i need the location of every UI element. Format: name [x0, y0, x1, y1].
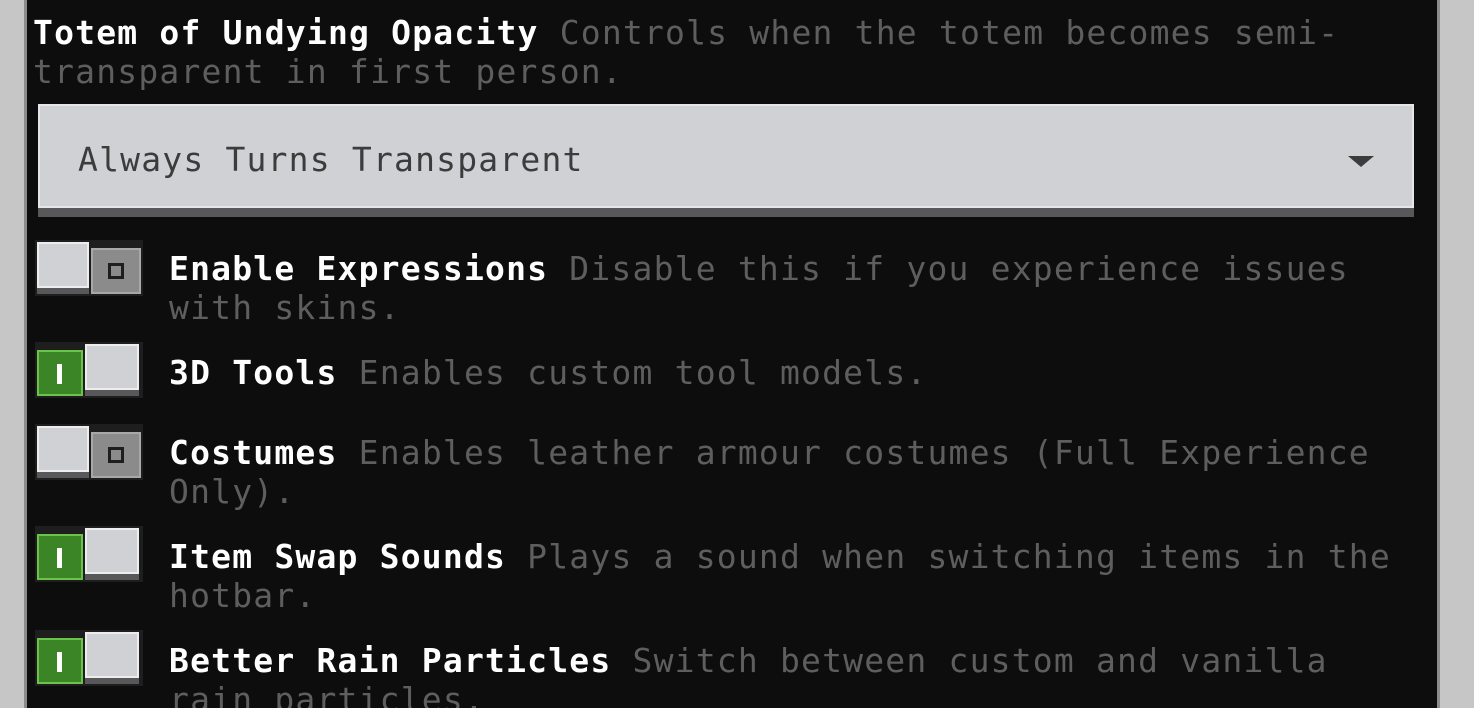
toggle-item-swap-sounds[interactable]	[35, 526, 143, 582]
toggle-on-icon	[57, 364, 62, 384]
chevron-down-icon	[1348, 156, 1374, 167]
setting-3d-tools-text: 3D Tools Enables custom tool models.	[169, 353, 1419, 392]
totem-opacity-dropdown[interactable]: Always Turns Transparent	[38, 104, 1414, 208]
setting-title: Better Rain Particles	[169, 641, 612, 680]
setting-description: Enables custom tool models.	[358, 353, 928, 392]
frame-left-border	[0, 0, 24, 708]
toggle-better-rain-particles[interactable]	[35, 630, 143, 686]
setting-title: 3D Tools	[169, 353, 338, 392]
setting-title: Costumes	[169, 433, 338, 472]
frame-right-border	[1440, 0, 1474, 708]
setting-better-rain-particles-text: Better Rain Particles Switch between cus…	[169, 641, 1419, 708]
setting-costumes-text: Costumes Enables leather armour costumes…	[169, 433, 1419, 511]
setting-enable-expressions-text: Enable Expressions Disable this if you e…	[169, 249, 1419, 327]
toggle-knob	[85, 632, 139, 678]
settings-panel: Totem of Undying Opacity Controls when t…	[27, 0, 1437, 708]
toggle-off-icon	[108, 263, 124, 279]
dropdown-selected-value: Always Turns Transparent	[78, 140, 584, 179]
setting-title: Enable Expressions	[169, 249, 549, 288]
toggle-knob	[37, 242, 89, 288]
setting-description: Enables leather armour costumes (Full Ex…	[169, 433, 1370, 511]
frame-right-inner-border	[1437, 0, 1440, 708]
toggle-3d-tools[interactable]	[35, 342, 143, 398]
toggle-on-icon	[57, 652, 62, 672]
toggle-knob	[85, 528, 139, 574]
totem-setting-text: Totem of Undying Opacity Controls when t…	[33, 13, 1423, 91]
toggle-knob	[85, 344, 139, 390]
totem-title: Totem of Undying Opacity	[33, 13, 539, 52]
toggle-off-icon	[108, 447, 124, 463]
toggle-on-icon	[57, 548, 62, 568]
dropdown-shadow	[38, 208, 1414, 217]
toggle-knob	[37, 426, 89, 472]
toggle-enable-expressions[interactable]	[35, 240, 143, 296]
setting-item-swap-sounds-text: Item Swap Sounds Plays a sound when swit…	[169, 537, 1419, 615]
toggle-costumes[interactable]	[35, 424, 143, 480]
setting-title: Item Swap Sounds	[169, 537, 507, 576]
